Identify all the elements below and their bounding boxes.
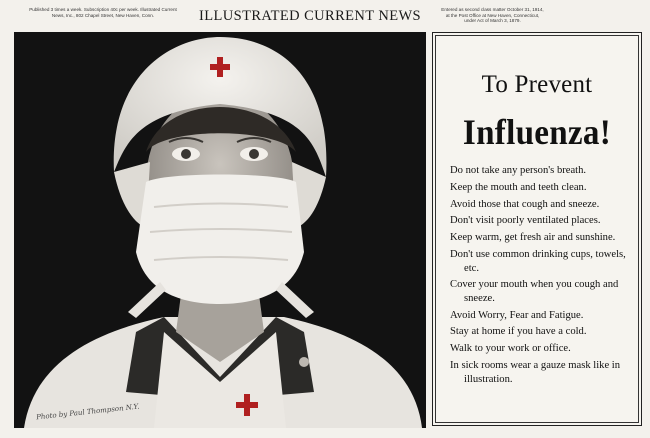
panel-title-line2: Influenza! [462,112,612,152]
nurse-illustration [14,32,426,428]
mailing-notice: Entered as second class matter October 3… [441,7,544,24]
publication-notice: Published 3 times a week. Subscription 4… [29,7,177,18]
advice-list: Do not take any person's breath. Keep th… [450,164,636,389]
advice-item: Keep the mouth and teeth clean. [450,181,587,193]
advice-item: Avoid Worry, Fear and Fatigue. [450,309,584,321]
advice-item: Avoid those that cough and sneeze. [450,198,600,210]
advice-item: In sick rooms wear a gauze mask like in … [450,360,621,385]
influenza-advice-panel: To Prevent Influenza! Do not take any pe… [432,32,642,426]
advice-item: Walk to your work or office. [450,343,571,355]
panel-title-line1: To Prevent [481,71,593,98]
advice-item: Don't use common drinking cups, towels, … [450,248,626,274]
nurse-photograph [14,32,426,428]
advice-item: Stay at home if you have a cold. [450,326,587,338]
poster: Published 3 times a week. Subscription 4… [0,0,650,438]
advice-item: Don't visit poorly ventilated places. [450,215,601,227]
advice-item: Cover your mouth when you cough and snee… [450,279,619,304]
advice-item: Keep warm, get fresh air and sunshine. [450,232,616,244]
advice-item: Do not take any person's breath. [450,165,587,176]
masthead-title: ILLUSTRATED CURRENT NEWS [199,8,421,24]
